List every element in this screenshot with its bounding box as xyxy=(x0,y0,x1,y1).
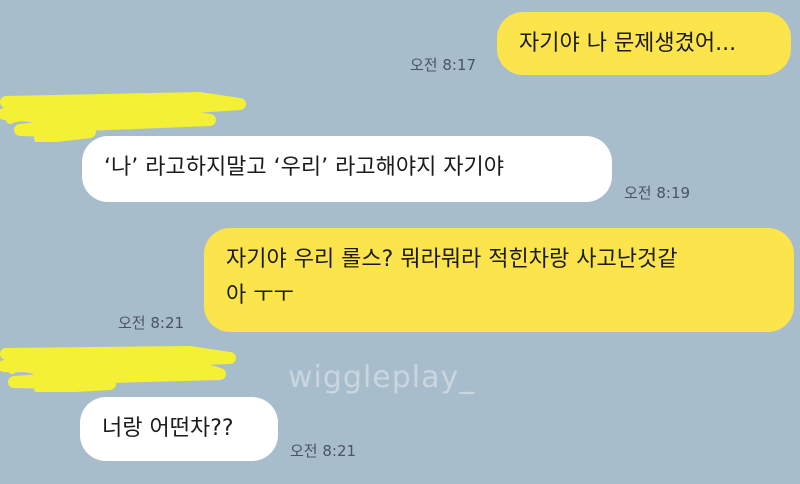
message-timestamp: 오전 8:17 xyxy=(410,56,477,74)
my-message-bubble[interactable]: 자기야 나 문제생겼어... xyxy=(497,12,791,75)
their-message-bubble[interactable]: ‘나’ 라고하지말고 ‘우리’ 라고해야지 자기야 xyxy=(82,136,612,202)
message-text-line: 아 ㅜㅜ xyxy=(226,283,294,308)
message-text: 자기야 나 문제생겼어... xyxy=(519,31,737,56)
their-message-bubble[interactable]: 너랑 어떤차?? xyxy=(80,397,278,461)
watermark-text: wiggleplay_ xyxy=(288,360,476,395)
redaction-scribble xyxy=(0,92,246,142)
message-timestamp: 오전 8:21 xyxy=(118,314,185,332)
my-message-bubble[interactable]: 자기야 우리 롤스? 뭐라뭐라 적힌차랑 사고난것같 아 ㅜㅜ xyxy=(204,228,794,332)
message-text: ‘나’ 라고하지말고 ‘우리’ 라고해야지 자기야 xyxy=(104,155,505,180)
message-text: 너랑 어떤차?? xyxy=(102,416,234,441)
message-timestamp: 오전 8:19 xyxy=(624,184,691,202)
redaction-scribble xyxy=(0,346,236,392)
chat-window: 자기야 나 문제생겼어... 오전 8:17 ‘나’ 라고하지말고 ‘우리’ 라… xyxy=(0,0,800,484)
message-timestamp: 오전 8:21 xyxy=(290,442,357,460)
message-text-line: 자기야 우리 롤스? 뭐라뭐라 적힌차랑 사고난것같 xyxy=(226,247,678,272)
